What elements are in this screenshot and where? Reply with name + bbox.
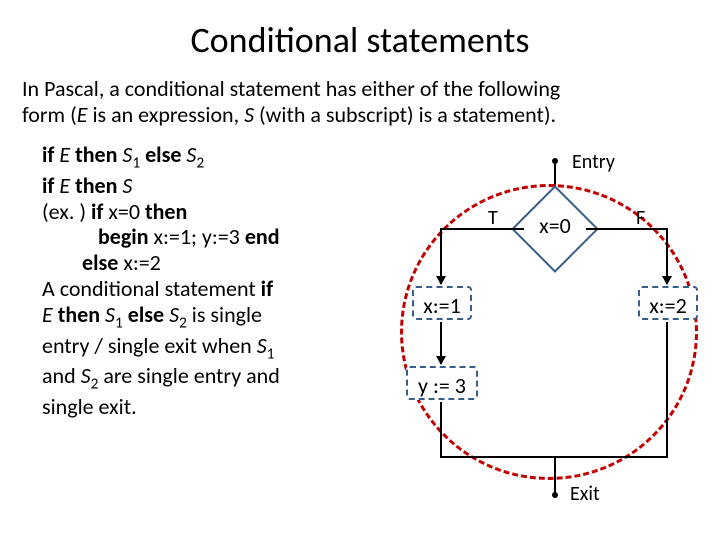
true-label: T <box>488 206 498 230</box>
connector-line <box>554 456 668 458</box>
ex-else-body: x:=2 <box>123 249 161 276</box>
connector-line <box>440 456 556 458</box>
box-x2: x:=2 <box>638 286 698 320</box>
if2-s: S <box>122 172 132 199</box>
desc-s1: S <box>105 301 115 328</box>
if1-else: else <box>140 141 186 168</box>
desc-sub2: 2 <box>179 314 187 333</box>
connector-line <box>586 228 668 230</box>
desc-l2-tail: is single <box>187 301 262 328</box>
desc-l3-sub1: 1 <box>267 344 275 363</box>
exit-line <box>554 456 556 494</box>
box-y3: y := 3 <box>406 366 478 400</box>
if1-then: then <box>70 141 122 168</box>
connector-line <box>440 402 442 458</box>
flowchart: Entry x=0 T F x:=1 x:=2 y := 3 Exit <box>400 152 700 512</box>
ex-body: x:=1; y:=3 <box>154 223 245 250</box>
desc-else: else <box>123 301 169 328</box>
entry-label: Entry <box>572 150 615 174</box>
connector-line <box>666 322 668 458</box>
if1-s2: S <box>186 141 196 168</box>
desc-l4-pre: and <box>42 362 81 389</box>
intro-line-2-mid: is an expression, <box>88 101 245 128</box>
desc-l3: entry / single exit when <box>42 332 257 359</box>
connector-arrow <box>666 228 668 284</box>
page-title: Conditional statements <box>0 0 720 76</box>
ex-else: else <box>82 249 123 276</box>
desc-l3-s1: S <box>257 332 267 359</box>
if2-if: if <box>42 172 59 199</box>
desc-then: then <box>53 301 105 328</box>
desc-sub1: 1 <box>115 314 123 333</box>
exit-label: Exit <box>570 482 600 506</box>
intro-e: E <box>77 101 88 128</box>
box-x1: x:=1 <box>412 286 472 320</box>
if1-s1: S <box>122 141 132 168</box>
intro-line-2-suffix: (with a subscript) is a statement). <box>254 101 556 128</box>
connector-line <box>440 228 524 230</box>
desc-l1: A conditional statement <box>42 275 261 302</box>
ex-cond: x=0 <box>108 198 145 225</box>
intro-line-1: In Pascal, a conditional statement has e… <box>22 75 560 102</box>
false-label: F <box>636 206 645 230</box>
if1-e: E <box>59 141 70 168</box>
ex-label: (ex. ) <box>42 198 91 225</box>
ex-then: then <box>145 198 187 225</box>
exit-dot-icon <box>552 492 558 498</box>
decision-label: x=0 <box>526 212 584 239</box>
if1-if: if <box>42 141 59 168</box>
ex-begin: begin <box>98 223 154 250</box>
desc-l4-s2: S <box>81 362 91 389</box>
connector-arrow <box>440 322 442 364</box>
if1-sub2: 2 <box>196 153 204 172</box>
ex-end: end <box>245 223 280 250</box>
intro-line-2-prefix: form ( <box>22 101 77 128</box>
desc-l5: single exit. <box>42 393 137 420</box>
intro-s: S <box>244 101 254 128</box>
ex-if: if <box>91 198 108 225</box>
if2-e: E <box>59 172 70 199</box>
if2-then: then <box>70 172 122 199</box>
desc-e: E <box>42 301 53 328</box>
desc-if: if <box>261 275 273 302</box>
desc-l4-tail: are single entry and <box>98 362 279 389</box>
desc-s2: S <box>169 301 179 328</box>
intro-text: In Pascal, a conditional statement has e… <box>0 76 720 128</box>
connector-arrow <box>440 228 442 284</box>
body-text: if E then S1 else S2 if E then S (ex. ) … <box>22 142 422 420</box>
if1-sub1: 1 <box>132 153 140 172</box>
